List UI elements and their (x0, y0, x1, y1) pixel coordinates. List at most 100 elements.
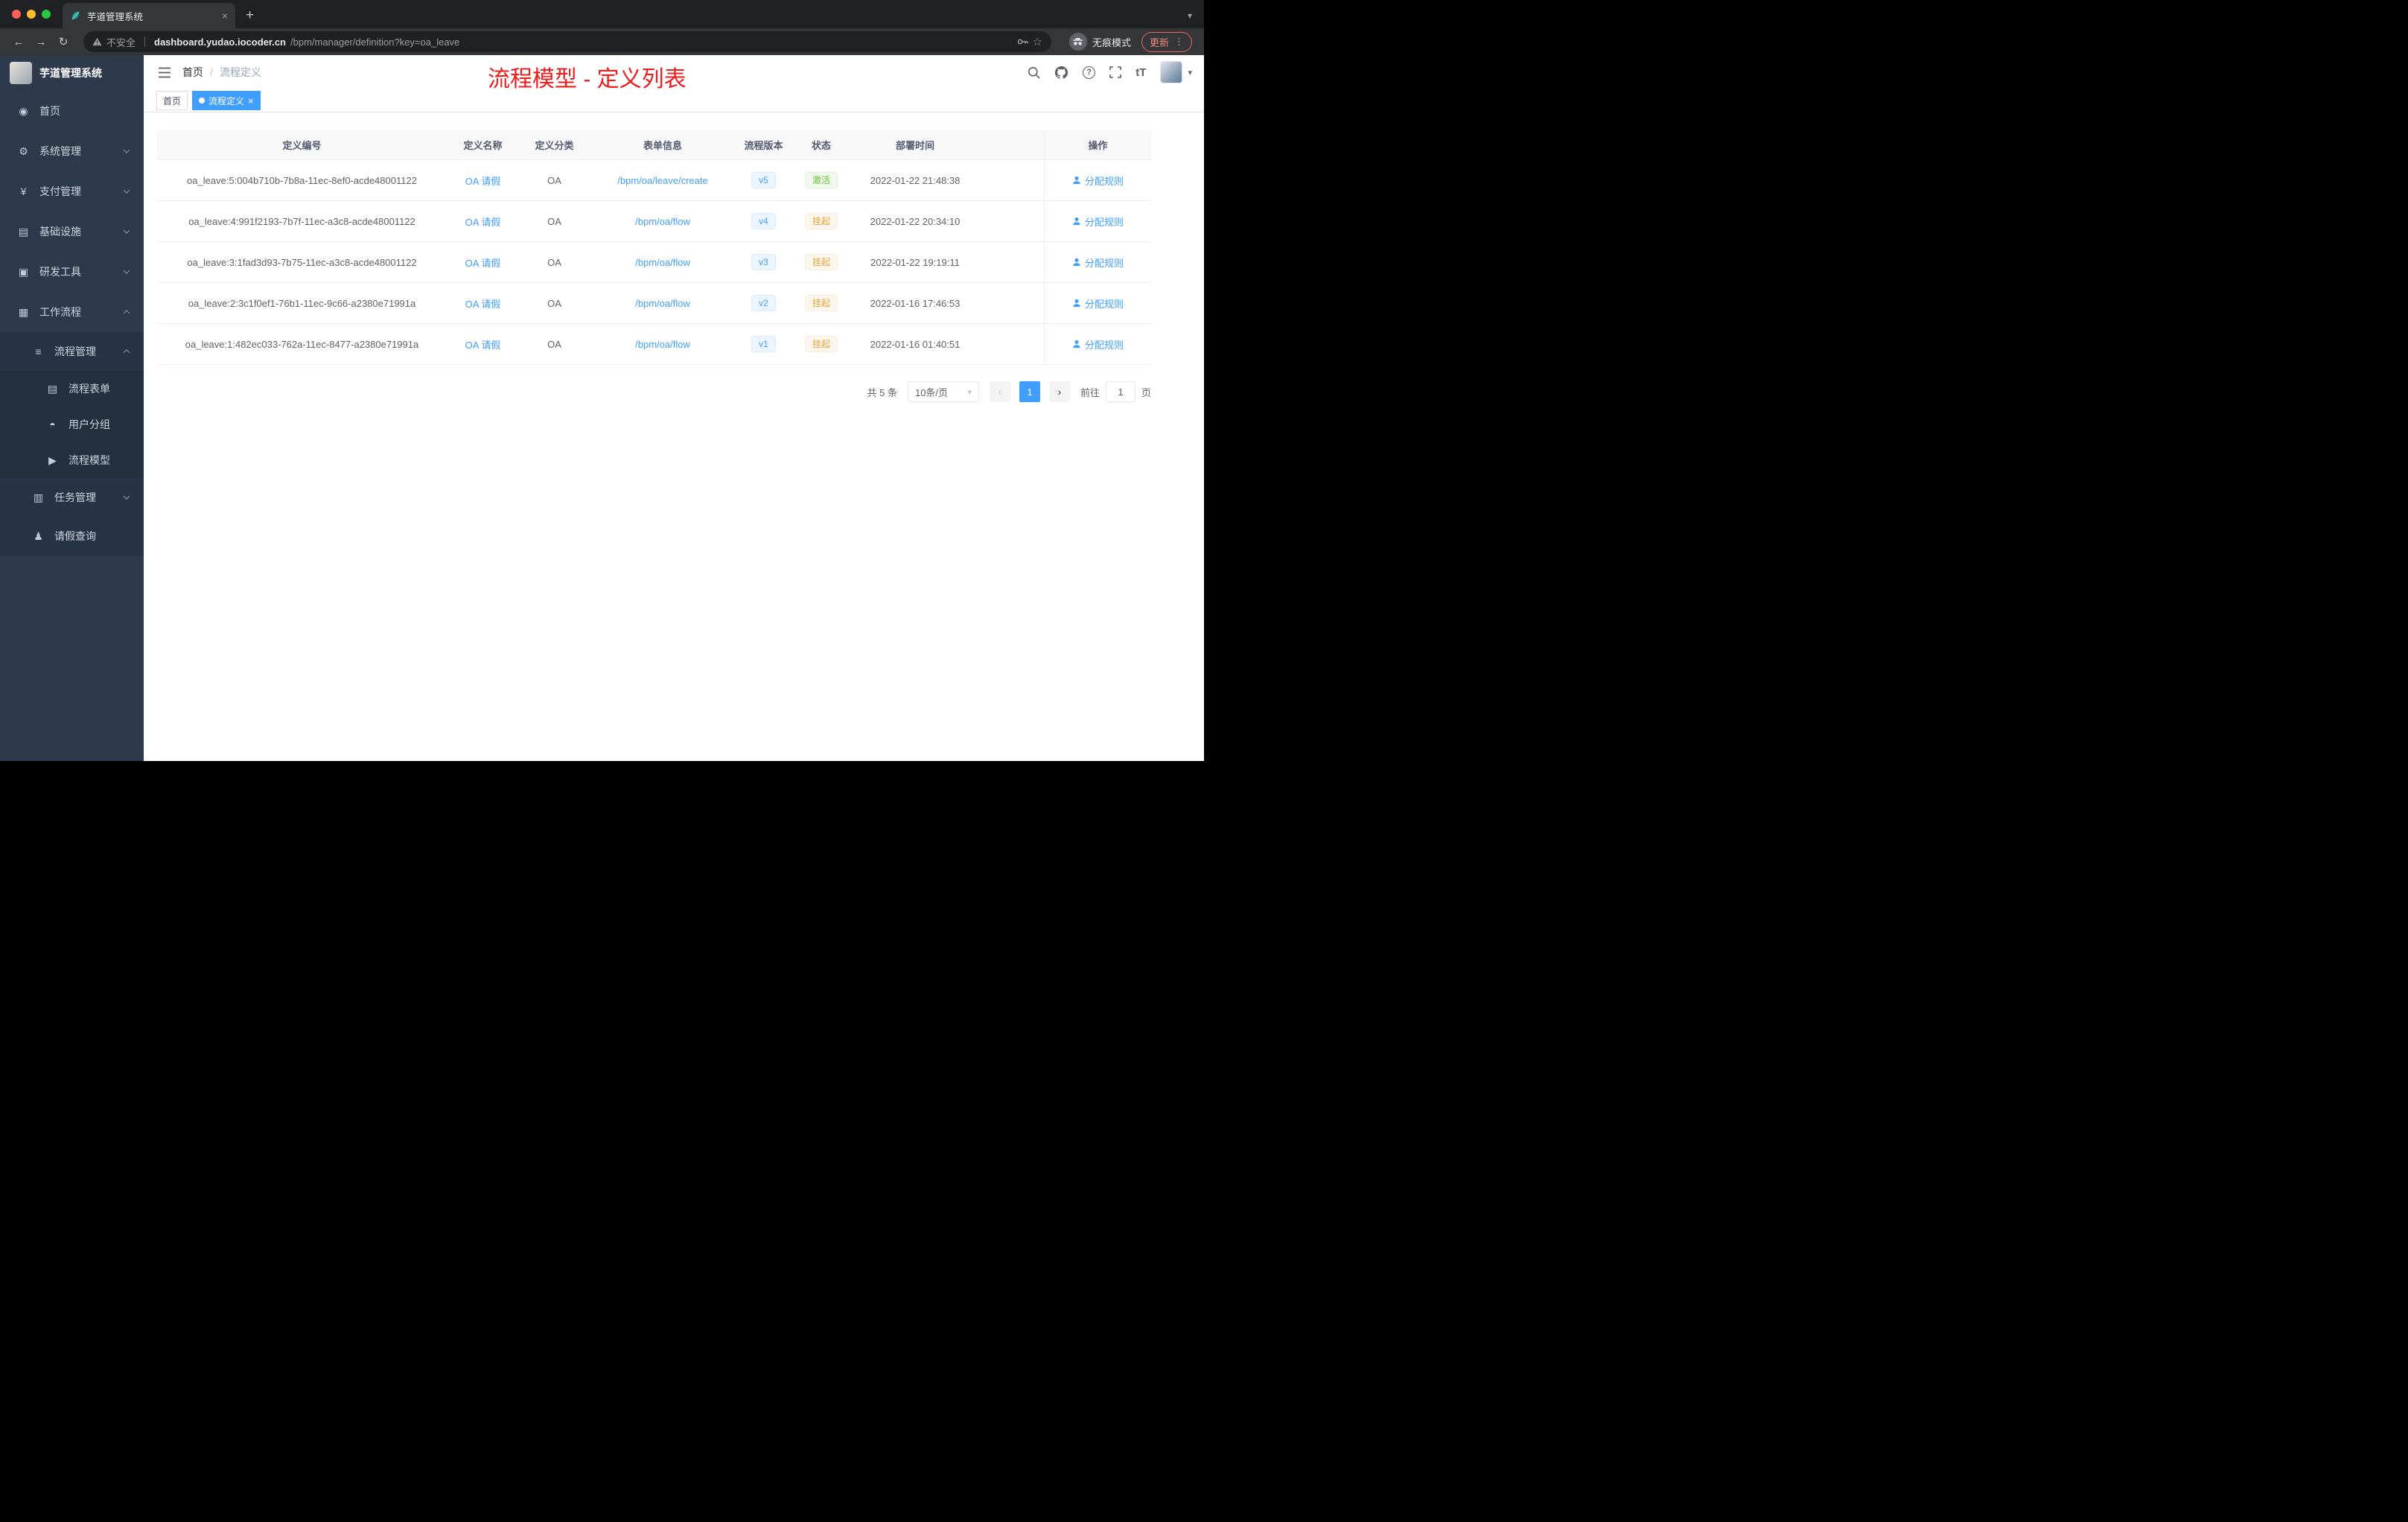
incognito-icon (1068, 33, 1087, 51)
assign-rule-link[interactable]: 分配规则 (1072, 296, 1124, 311)
definition-name-link[interactable]: OA 请假 (465, 173, 501, 188)
sidebar-item-home[interactable]: ◉ 首页 (0, 91, 144, 131)
definition-name-link[interactable]: OA 请假 (465, 214, 501, 229)
sidebar-item-process-management[interactable]: ≡ 流程管理 (0, 332, 144, 371)
page-size-select[interactable]: 10条/页 ▾ (907, 381, 979, 402)
goto-label: 前往 (1080, 386, 1100, 398)
url-bar[interactable]: 不安全 dashboard.yudao.iocoder.cn/bpm/manag… (83, 31, 1051, 52)
next-page-button[interactable]: › (1048, 381, 1070, 402)
bookmark-star-icon[interactable]: ☆ (1033, 35, 1042, 48)
form-link[interactable]: /bpm/oa/flow (635, 257, 690, 268)
sidebar-item-workflow[interactable]: ▦ 工作流程 (0, 292, 144, 332)
form-link[interactable]: /bpm/oa/leave/create (617, 175, 707, 186)
chevron-down-icon (123, 493, 130, 500)
chevron-down-icon (123, 147, 130, 153)
person-icon (1073, 340, 1080, 348)
list-icon: ≡ (35, 346, 42, 357)
assign-rule-link[interactable]: 分配规则 (1072, 255, 1124, 270)
status-badge: 挂起 (804, 335, 838, 353)
assign-rule-link[interactable]: 分配规则 (1072, 173, 1124, 188)
goto-page-input[interactable] (1105, 381, 1135, 402)
sidebar-item-payment-management[interactable]: ¥ 支付管理 (0, 171, 144, 211)
prev-page-button[interactable]: ‹ (989, 381, 1010, 402)
sidebar-item-user-group[interactable]: ◓ 用户分组 (0, 407, 144, 442)
definition-name-link[interactable]: OA 请假 (465, 337, 501, 351)
sidebar-item-label: 用户分组 (69, 418, 110, 430)
definition-category: OA (547, 174, 561, 186)
version-badge: v3 (751, 253, 776, 271)
reload-icon[interactable]: ↻ (54, 35, 73, 48)
page-number-button[interactable]: 1 (1019, 381, 1040, 402)
sidebar-item-label: 系统管理 (39, 145, 81, 157)
back-icon[interactable]: ← (9, 36, 28, 48)
password-key-icon[interactable] (1016, 36, 1028, 48)
maximize-window-button[interactable] (42, 10, 51, 19)
sidebar-item-process-model[interactable]: ▶ 流程模型 (0, 442, 144, 478)
assign-rule-link[interactable]: 分配规则 (1072, 337, 1124, 351)
security-warning-icon[interactable] (92, 37, 102, 46)
send-icon: ▶ (48, 453, 57, 466)
status-badge: 挂起 (804, 294, 838, 312)
browser-menu-dots-icon[interactable]: ⋮ (1174, 36, 1184, 48)
user-avatar-menu[interactable]: ▾ (1160, 61, 1192, 83)
definition-category: OA (547, 256, 561, 268)
column-header-process-version: 流程版本 (744, 140, 783, 151)
sidebar-item-label: 支付管理 (39, 185, 81, 197)
sidebar-item-leave-query[interactable]: ♟ 请假查询 (0, 517, 144, 555)
pagination: 共 5 条 10条/页 ▾ ‹ 1 › 前往 页 (157, 381, 1151, 402)
font-size-icon[interactable]: tT (1135, 66, 1146, 79)
new-tab-button[interactable]: + (246, 7, 254, 24)
sidebar-item-task-management[interactable]: ▥ 任务管理 (0, 478, 144, 517)
deploy-time: 2022-01-16 17:46:53 (870, 297, 961, 309)
tab-search-chevron-icon[interactable]: ▾ (1188, 10, 1204, 28)
sidebar-item-infrastructure[interactable]: ▤ 基础设施 (0, 211, 144, 252)
security-label: 不安全 (106, 36, 136, 48)
chevron-up-icon (123, 310, 130, 316)
sidebar-logo[interactable]: 芋道管理系统 (0, 55, 144, 91)
sidebar-item-label: 工作流程 (39, 306, 81, 318)
form-link[interactable]: /bpm/oa/flow (635, 298, 690, 309)
tag-home[interactable]: 首页 (156, 91, 188, 110)
sidebar-collapse-icon[interactable] (151, 67, 178, 78)
column-header-operation: 操作 (1044, 130, 1151, 159)
avatar[interactable] (1160, 61, 1183, 83)
table-row: oa_leave:5:004b710b-7b8a-11ec-8ef0-acde4… (157, 160, 1151, 201)
breadcrumb-home[interactable]: 首页 (182, 65, 203, 80)
form-link[interactable]: /bpm/oa/flow (635, 339, 690, 350)
chevron-down-icon (123, 267, 130, 274)
workflow-icon: ▦ (18, 305, 29, 318)
tab-close-icon[interactable]: × (222, 10, 228, 22)
definition-category: OA (547, 338, 561, 350)
infrastructure-icon: ▤ (18, 225, 29, 238)
close-window-button[interactable] (12, 10, 21, 19)
definition-id: oa_leave:3:1fad3d93-7b75-11ec-a3c8-acde4… (187, 256, 417, 268)
url-path: /bpm/manager/definition?key=oa_leave (290, 36, 460, 48)
help-icon[interactable]: ? (1083, 66, 1096, 79)
minimize-window-button[interactable] (27, 10, 36, 19)
definition-name-link[interactable]: OA 请假 (465, 296, 501, 311)
person-icon (1073, 299, 1080, 308)
column-header-definition-name: 定义名称 (463, 140, 503, 151)
browser-update-button[interactable]: 更新 ⋮ (1141, 31, 1192, 52)
sidebar-item-system-management[interactable]: ⚙ 系统管理 (0, 131, 144, 171)
search-icon[interactable] (1028, 66, 1040, 79)
tag-process-definition[interactable]: 流程定义 × (192, 91, 261, 110)
tag-close-icon[interactable]: × (248, 96, 254, 106)
assign-rule-link[interactable]: 分配规则 (1072, 214, 1124, 229)
sidebar-item-process-form[interactable]: ▤ 流程表单 (0, 371, 144, 407)
user-group-icon: ◓ (49, 418, 56, 430)
column-header-definition-category: 定义分类 (535, 140, 574, 151)
column-header-definition-id: 定义编号 (282, 140, 322, 151)
definition-name-link[interactable]: OA 请假 (465, 255, 501, 270)
fullscreen-icon[interactable] (1109, 66, 1122, 78)
sidebar-item-dev-tools[interactable]: ▣ 研发工具 (0, 252, 144, 292)
person-icon (1073, 176, 1080, 185)
browser-tab[interactable]: 芋道管理系统 × (63, 3, 235, 28)
home-icon: ◉ (19, 104, 28, 117)
form-link[interactable]: /bpm/oa/flow (635, 216, 690, 227)
github-icon[interactable] (1054, 66, 1068, 80)
forward-icon[interactable]: → (31, 36, 51, 48)
chevron-down-icon: ▾ (1188, 68, 1192, 77)
table-row: oa_leave:2:3c1f0ef1-76b1-11ec-9c66-a2380… (157, 283, 1151, 324)
chevron-up-icon (123, 349, 130, 356)
